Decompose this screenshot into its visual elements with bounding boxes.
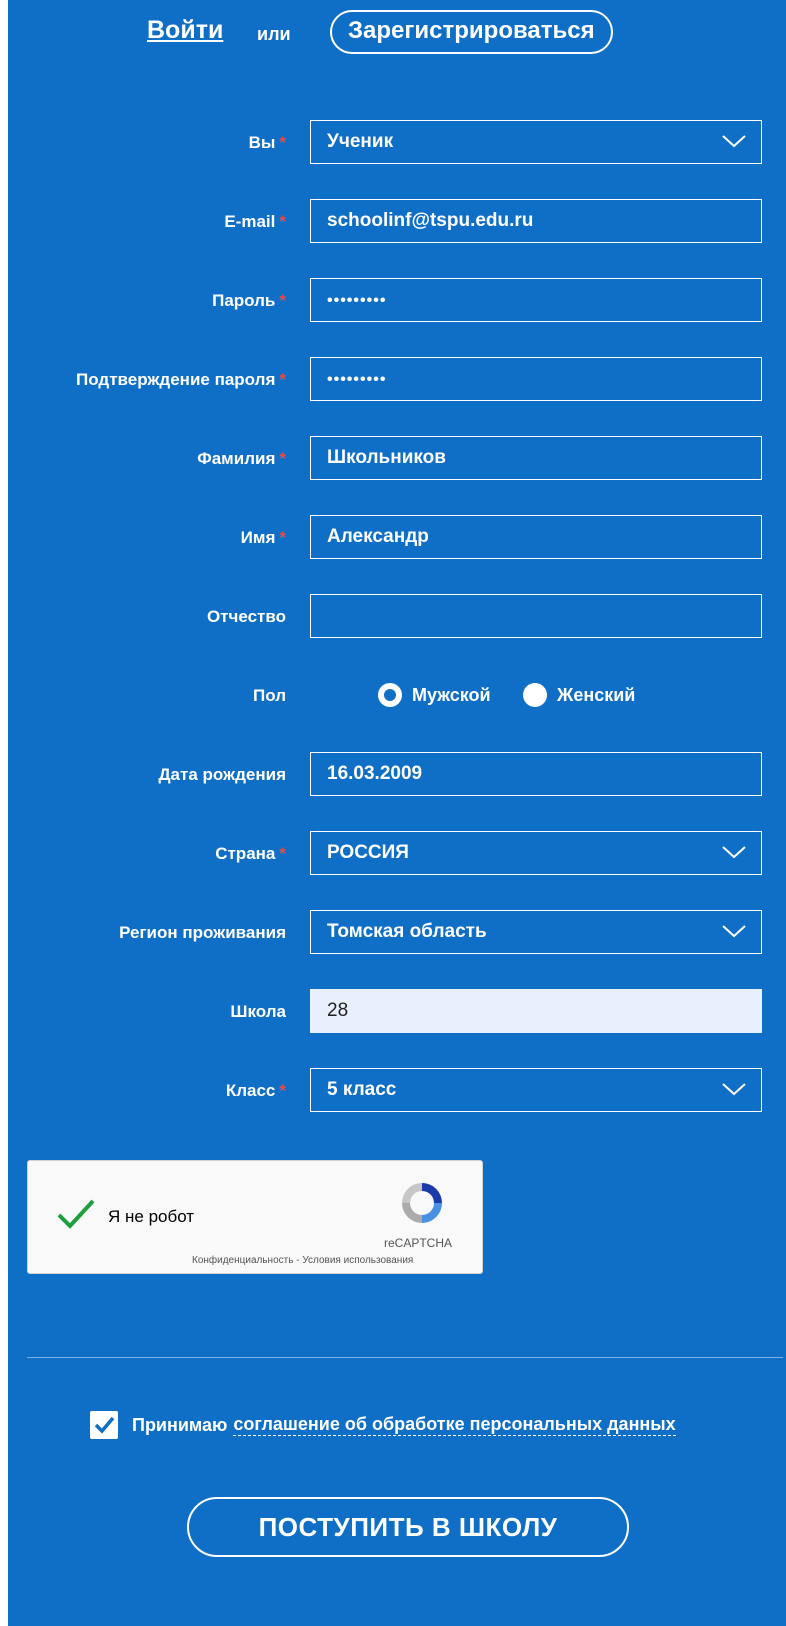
role-value: Ученик <box>327 131 394 152</box>
agreement-text: Принимаю <box>132 1414 228 1435</box>
chevron-down-icon <box>722 135 746 148</box>
region-value: Томская область <box>327 921 487 942</box>
required-mark: * <box>279 528 286 547</box>
first-name-field[interactable]: Александр <box>310 515 762 559</box>
region-row: Регион проживания Томская область <box>0 910 786 956</box>
gender-male-radio[interactable]: Мужской <box>378 683 491 707</box>
recaptcha-brand: reCAPTCHA <box>384 1236 453 1250</box>
required-mark: * <box>279 291 286 310</box>
last-name-row: Фамилия * Школьников <box>0 436 786 482</box>
gender-row: Пол Мужской Женский <box>0 673 786 719</box>
password-confirm-label: Подтверждение пароля * <box>76 370 286 389</box>
country-value: РОССИЯ <box>327 842 409 863</box>
grade-value: 5 класс <box>327 1079 397 1100</box>
required-mark: * <box>279 133 286 152</box>
checkmark-icon[interactable] <box>56 1197 96 1231</box>
recaptcha-logo-icon <box>402 1183 442 1223</box>
radio-checked-icon <box>378 683 402 707</box>
required-mark: * <box>279 212 286 231</box>
password-value: ••••••••• <box>327 292 387 309</box>
gender-radio-group: Мужской Женский <box>378 683 663 711</box>
required-mark: * <box>279 1081 286 1100</box>
grade-select[interactable]: 5 класс <box>310 1068 762 1112</box>
patronymic-field[interactable] <box>310 594 762 638</box>
birth-date-row: Дата рождения 16.03.2009 <box>0 752 786 798</box>
patronymic-label: Отчество <box>206 607 286 626</box>
school-field[interactable]: 28 <box>310 989 762 1033</box>
required-mark: * <box>279 449 286 468</box>
password-confirm-field[interactable]: ••••••••• <box>310 357 762 401</box>
radio-unchecked-icon <box>523 683 548 707</box>
agreement-row: Принимаю соглашение об обработке персона… <box>90 1410 676 1440</box>
birth-date-value: 16.03.2009 <box>327 763 423 784</box>
captcha-label: Я не робот <box>108 1207 195 1226</box>
agreement-checkbox[interactable] <box>90 1411 118 1439</box>
checkbox-check-icon <box>94 1416 115 1434</box>
email-field[interactable]: schoolinf@tspu.edu.ru <box>310 199 762 243</box>
password-confirm-row: Подтверждение пароля * ••••••••• <box>0 357 786 403</box>
role-select[interactable]: Ученик <box>310 120 762 164</box>
auth-nav: Войти или Зарегистрироваться <box>0 10 786 54</box>
chevron-down-icon <box>722 925 746 938</box>
divider <box>27 1357 783 1358</box>
password-field[interactable]: ••••••••• <box>310 278 762 322</box>
country-row: Страна * РОССИЯ <box>0 831 786 877</box>
gender-male-label: Мужской <box>412 684 491 705</box>
region-label: Регион проживания <box>119 923 286 942</box>
birth-date-label: Дата рождения <box>158 765 286 784</box>
agreement-link[interactable]: соглашение об обработке персональных дан… <box>233 1414 676 1436</box>
grade-row: Класс * 5 класс <box>0 1068 786 1114</box>
recaptcha-links[interactable]: Конфиденциальность - Условия использован… <box>192 1255 413 1266</box>
submit-button[interactable]: ПОСТУПИТЬ В ШКОЛУ <box>187 1497 629 1557</box>
role-label: Вы * <box>248 133 286 152</box>
required-mark: * <box>279 844 286 863</box>
school-value: 28 <box>327 1000 349 1021</box>
school-label: Школа <box>230 1002 286 1021</box>
password-confirm-value: ••••••••• <box>327 371 387 388</box>
birth-date-field[interactable]: 16.03.2009 <box>310 752 762 796</box>
first-name-value: Александр <box>327 526 429 547</box>
recaptcha-widget: Я не робот reCAPTCHA Конфиденциальность … <box>27 1160 483 1274</box>
region-select[interactable]: Томская область <box>310 910 762 954</box>
login-link[interactable]: Войти <box>147 16 223 45</box>
register-button[interactable]: Зарегистрироваться <box>330 10 613 54</box>
first-name-row: Имя * Александр <box>0 515 786 561</box>
role-row: Вы * Ученик <box>0 120 786 166</box>
required-mark: * <box>279 370 286 389</box>
last-name-label: Фамилия * <box>197 449 286 468</box>
last-name-value: Школьников <box>327 447 446 468</box>
first-name-label: Имя * <box>240 528 286 547</box>
or-separator: или <box>257 24 291 44</box>
chevron-down-icon <box>722 1083 746 1096</box>
school-row: Школа 28 <box>0 989 786 1035</box>
email-value: schoolinf@tspu.edu.ru <box>327 210 534 231</box>
gender-label: Пол <box>253 686 286 705</box>
last-name-field[interactable]: Школьников <box>310 436 762 480</box>
email-label: E-mail * <box>224 212 286 231</box>
gender-female-label: Женский <box>557 684 636 705</box>
email-row: E-mail * schoolinf@tspu.edu.ru <box>0 199 786 245</box>
grade-label: Класс * <box>225 1081 286 1100</box>
country-label: Страна * <box>215 844 286 863</box>
chevron-down-icon <box>722 846 746 859</box>
password-label: Пароль * <box>212 291 286 310</box>
patronymic-row: Отчество <box>0 594 786 640</box>
country-select[interactable]: РОССИЯ <box>310 831 762 875</box>
gender-female-radio[interactable]: Женский <box>523 683 635 707</box>
password-row: Пароль * ••••••••• <box>0 278 786 324</box>
